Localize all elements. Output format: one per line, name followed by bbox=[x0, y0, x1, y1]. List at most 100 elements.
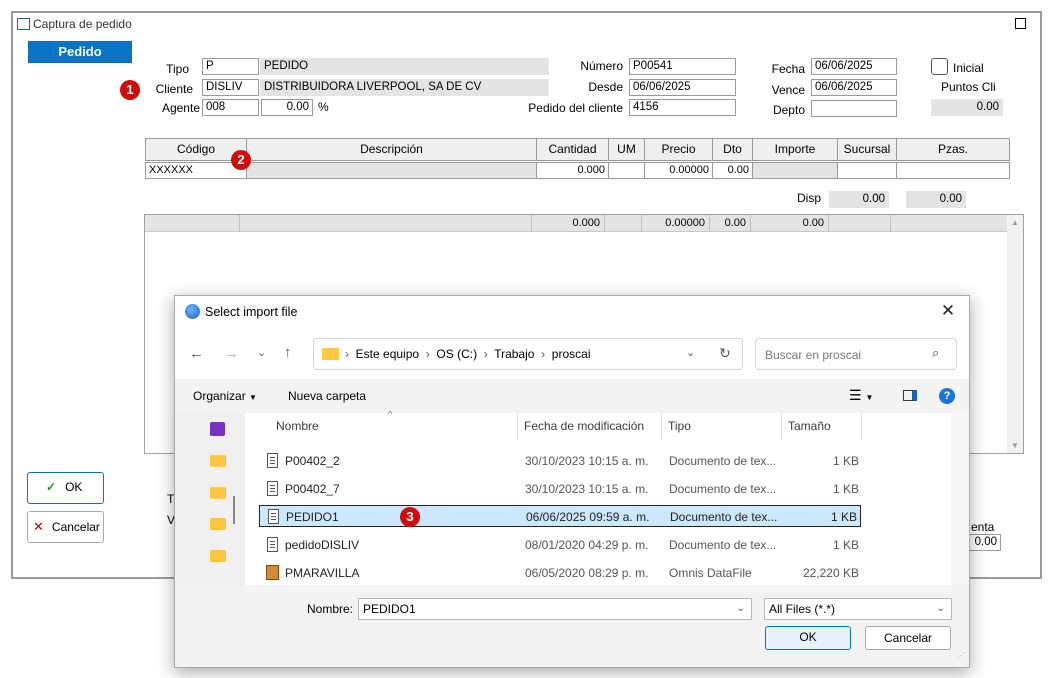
dialog-close-button[interactable]: ✕ bbox=[935, 299, 961, 323]
check-icon: ✓ bbox=[46, 480, 57, 494]
col-descripcion: Descripción bbox=[246, 138, 537, 161]
file-row[interactable]: P00402_7 30/10/2023 10:15 a. m. Document… bbox=[259, 478, 859, 500]
dialog-toolbar: Organizar ▼ Nueva carpeta ☰ ▼ ? bbox=[175, 379, 969, 413]
col-nombre[interactable]: Nombre bbox=[270, 413, 518, 441]
importe-cell bbox=[752, 162, 838, 179]
new-folder-button[interactable]: Nueva carpeta bbox=[288, 389, 366, 403]
search-icon[interactable]: ⌕ bbox=[932, 345, 939, 361]
file-list-scrollbar[interactable] bbox=[951, 413, 969, 585]
pedido-cliente-label: Pedido del cliente bbox=[528, 101, 623, 115]
crumb-este-equipo[interactable]: Este equipo bbox=[356, 347, 419, 361]
crumb-proscai[interactable]: proscai bbox=[552, 347, 591, 361]
desde-field[interactable]: 06/06/2025 bbox=[629, 79, 736, 96]
forward-arrow-icon[interactable]: → bbox=[224, 345, 239, 362]
list-dto: 0.00 bbox=[710, 215, 751, 232]
um-input[interactable] bbox=[608, 162, 645, 179]
globe-icon bbox=[185, 304, 200, 319]
list-scrollbar[interactable]: ▲ ▼ bbox=[1007, 215, 1023, 453]
badge-1: 1 bbox=[120, 80, 140, 100]
scroll-down-icon[interactable]: ▼ bbox=[1007, 441, 1023, 450]
vence-field[interactable]: 06/06/2025 bbox=[811, 79, 897, 96]
desde-label: Desde bbox=[588, 80, 623, 94]
refresh-icon[interactable]: ↻ bbox=[719, 345, 731, 362]
col-sucursal: Sucursal bbox=[837, 138, 897, 161]
videos-icon[interactable] bbox=[210, 422, 225, 436]
maximize-button[interactable] bbox=[1015, 18, 1026, 29]
tipo-code-field[interactable]: P bbox=[202, 58, 259, 75]
address-bar[interactable]: › Este equipo › OS (C:) › Trabajo › pros… bbox=[313, 338, 743, 370]
badge-2: 2 bbox=[231, 150, 251, 170]
dto-input[interactable]: 0.00 bbox=[712, 162, 753, 179]
search-box[interactable]: Buscar en proscai ⌕ bbox=[755, 338, 957, 370]
pedido-button[interactable]: Pedido bbox=[28, 41, 132, 63]
up-arrow-icon[interactable]: ↑ bbox=[284, 344, 292, 361]
ok-button[interactable]: ✓ OK bbox=[27, 472, 104, 504]
file-list[interactable]: ^ Nombre Fecha de modificación Tipo Tama… bbox=[245, 409, 951, 585]
col-tamano[interactable]: Tamaño bbox=[782, 413, 862, 441]
venta-label: enta bbox=[971, 520, 995, 534]
filename-input[interactable]: PEDIDO1 ⌄ bbox=[358, 598, 752, 620]
puntos-cli-field: 0.00 bbox=[931, 99, 1003, 116]
col-cantidad: Cantidad bbox=[536, 138, 609, 161]
depto-label: Depto bbox=[772, 103, 805, 117]
list-cantidad: 0.000 bbox=[532, 215, 605, 232]
numero-field[interactable]: P00541 bbox=[629, 58, 736, 75]
col-fecha-modificacion[interactable]: Fecha de modificación bbox=[518, 413, 662, 441]
folder-icon[interactable] bbox=[210, 487, 226, 499]
view-menu-icon[interactable]: ☰ ▼ bbox=[849, 387, 873, 404]
chevron-down-icon[interactable]: ⌄ bbox=[937, 599, 945, 619]
file-row[interactable]: PMARAVILLA 06/05/2020 08:29 p. m. Omnis … bbox=[259, 562, 859, 584]
navigation-pane[interactable] bbox=[175, 413, 245, 585]
col-pzas: Pzas. bbox=[896, 138, 1010, 161]
dialog-ok-button[interactable]: OK bbox=[765, 626, 851, 650]
organize-button[interactable]: Organizar ▼ bbox=[193, 389, 257, 403]
chevron-down-icon[interactable]: ⌄ bbox=[737, 599, 745, 619]
file-row[interactable]: P00402_2 30/10/2023 10:15 a. m. Document… bbox=[259, 450, 859, 472]
list-precio: 0.00000 bbox=[642, 215, 710, 232]
file-row-selected[interactable]: PEDIDO1 06/06/2025 09:59 a. m. Documento… bbox=[259, 505, 861, 527]
numero-label: Número bbox=[580, 59, 623, 73]
help-icon[interactable]: ? bbox=[939, 388, 955, 404]
scroll-up-icon[interactable]: ▲ bbox=[1007, 218, 1023, 227]
disp-field-1: 0.00 bbox=[829, 191, 889, 208]
pct-sign: % bbox=[318, 100, 329, 114]
cliente-code-field[interactable]: DISLIV bbox=[202, 79, 259, 96]
folder-icon[interactable] bbox=[210, 518, 226, 530]
tipo-desc-field: PEDIDO bbox=[260, 58, 549, 75]
cancel-button[interactable]: ✕ Cancelar bbox=[27, 511, 104, 543]
pzas-input[interactable] bbox=[896, 162, 1010, 179]
depto-field[interactable] bbox=[811, 100, 897, 117]
resize-grip-icon[interactable]: ⋰ bbox=[957, 651, 965, 660]
list-summary-row: 0.000 0.00000 0.00 0.00 bbox=[145, 215, 1023, 232]
list-importe: 0.00 bbox=[751, 215, 829, 232]
file-row[interactable]: pedidoDISLIV 08/01/2020 04:29 p. m. Docu… bbox=[259, 534, 859, 556]
agente-pct-field[interactable]: 0.00 bbox=[261, 99, 313, 116]
recent-chevron-icon[interactable]: ⌄ bbox=[257, 346, 266, 359]
select-import-dialog: Select import file ✕ ← → ⌄ ↑ › Este equi… bbox=[174, 295, 970, 668]
folder-icon[interactable] bbox=[210, 550, 226, 562]
crumb-trabajo[interactable]: Trabajo bbox=[494, 347, 534, 361]
cantidad-input[interactable]: 0.000 bbox=[536, 162, 609, 179]
text-file-icon bbox=[267, 481, 278, 496]
preview-pane-icon[interactable] bbox=[903, 390, 917, 401]
fecha-field[interactable]: 06/06/2025 bbox=[811, 58, 897, 75]
back-arrow-icon[interactable]: ← bbox=[189, 345, 204, 362]
file-type-select[interactable]: All Files (*.*) ⌄ bbox=[764, 598, 952, 620]
crumb-os-c[interactable]: OS (C:) bbox=[436, 347, 477, 361]
folder-icon bbox=[322, 348, 339, 360]
dialog-cancel-button[interactable]: Cancelar bbox=[865, 626, 951, 650]
address-dropdown-icon[interactable]: ⌄ bbox=[686, 346, 695, 359]
folder-icon[interactable] bbox=[210, 455, 226, 467]
col-tipo[interactable]: Tipo bbox=[662, 413, 782, 441]
pedido-cliente-field[interactable]: 4156 bbox=[629, 99, 736, 116]
inicial-checkbox[interactable] bbox=[931, 58, 948, 75]
vence-label: Vence bbox=[771, 83, 805, 97]
tipo-label: Tipo bbox=[166, 62, 189, 76]
sucursal-input[interactable] bbox=[837, 162, 897, 179]
fecha-label: Fecha bbox=[771, 62, 805, 76]
text-file-icon bbox=[267, 453, 278, 468]
precio-input[interactable]: 0.00000 bbox=[644, 162, 713, 179]
nav-scrollbar[interactable] bbox=[233, 496, 235, 524]
search-input[interactable]: Buscar en proscai bbox=[765, 348, 861, 362]
agente-code-field[interactable]: 008 bbox=[202, 99, 259, 116]
